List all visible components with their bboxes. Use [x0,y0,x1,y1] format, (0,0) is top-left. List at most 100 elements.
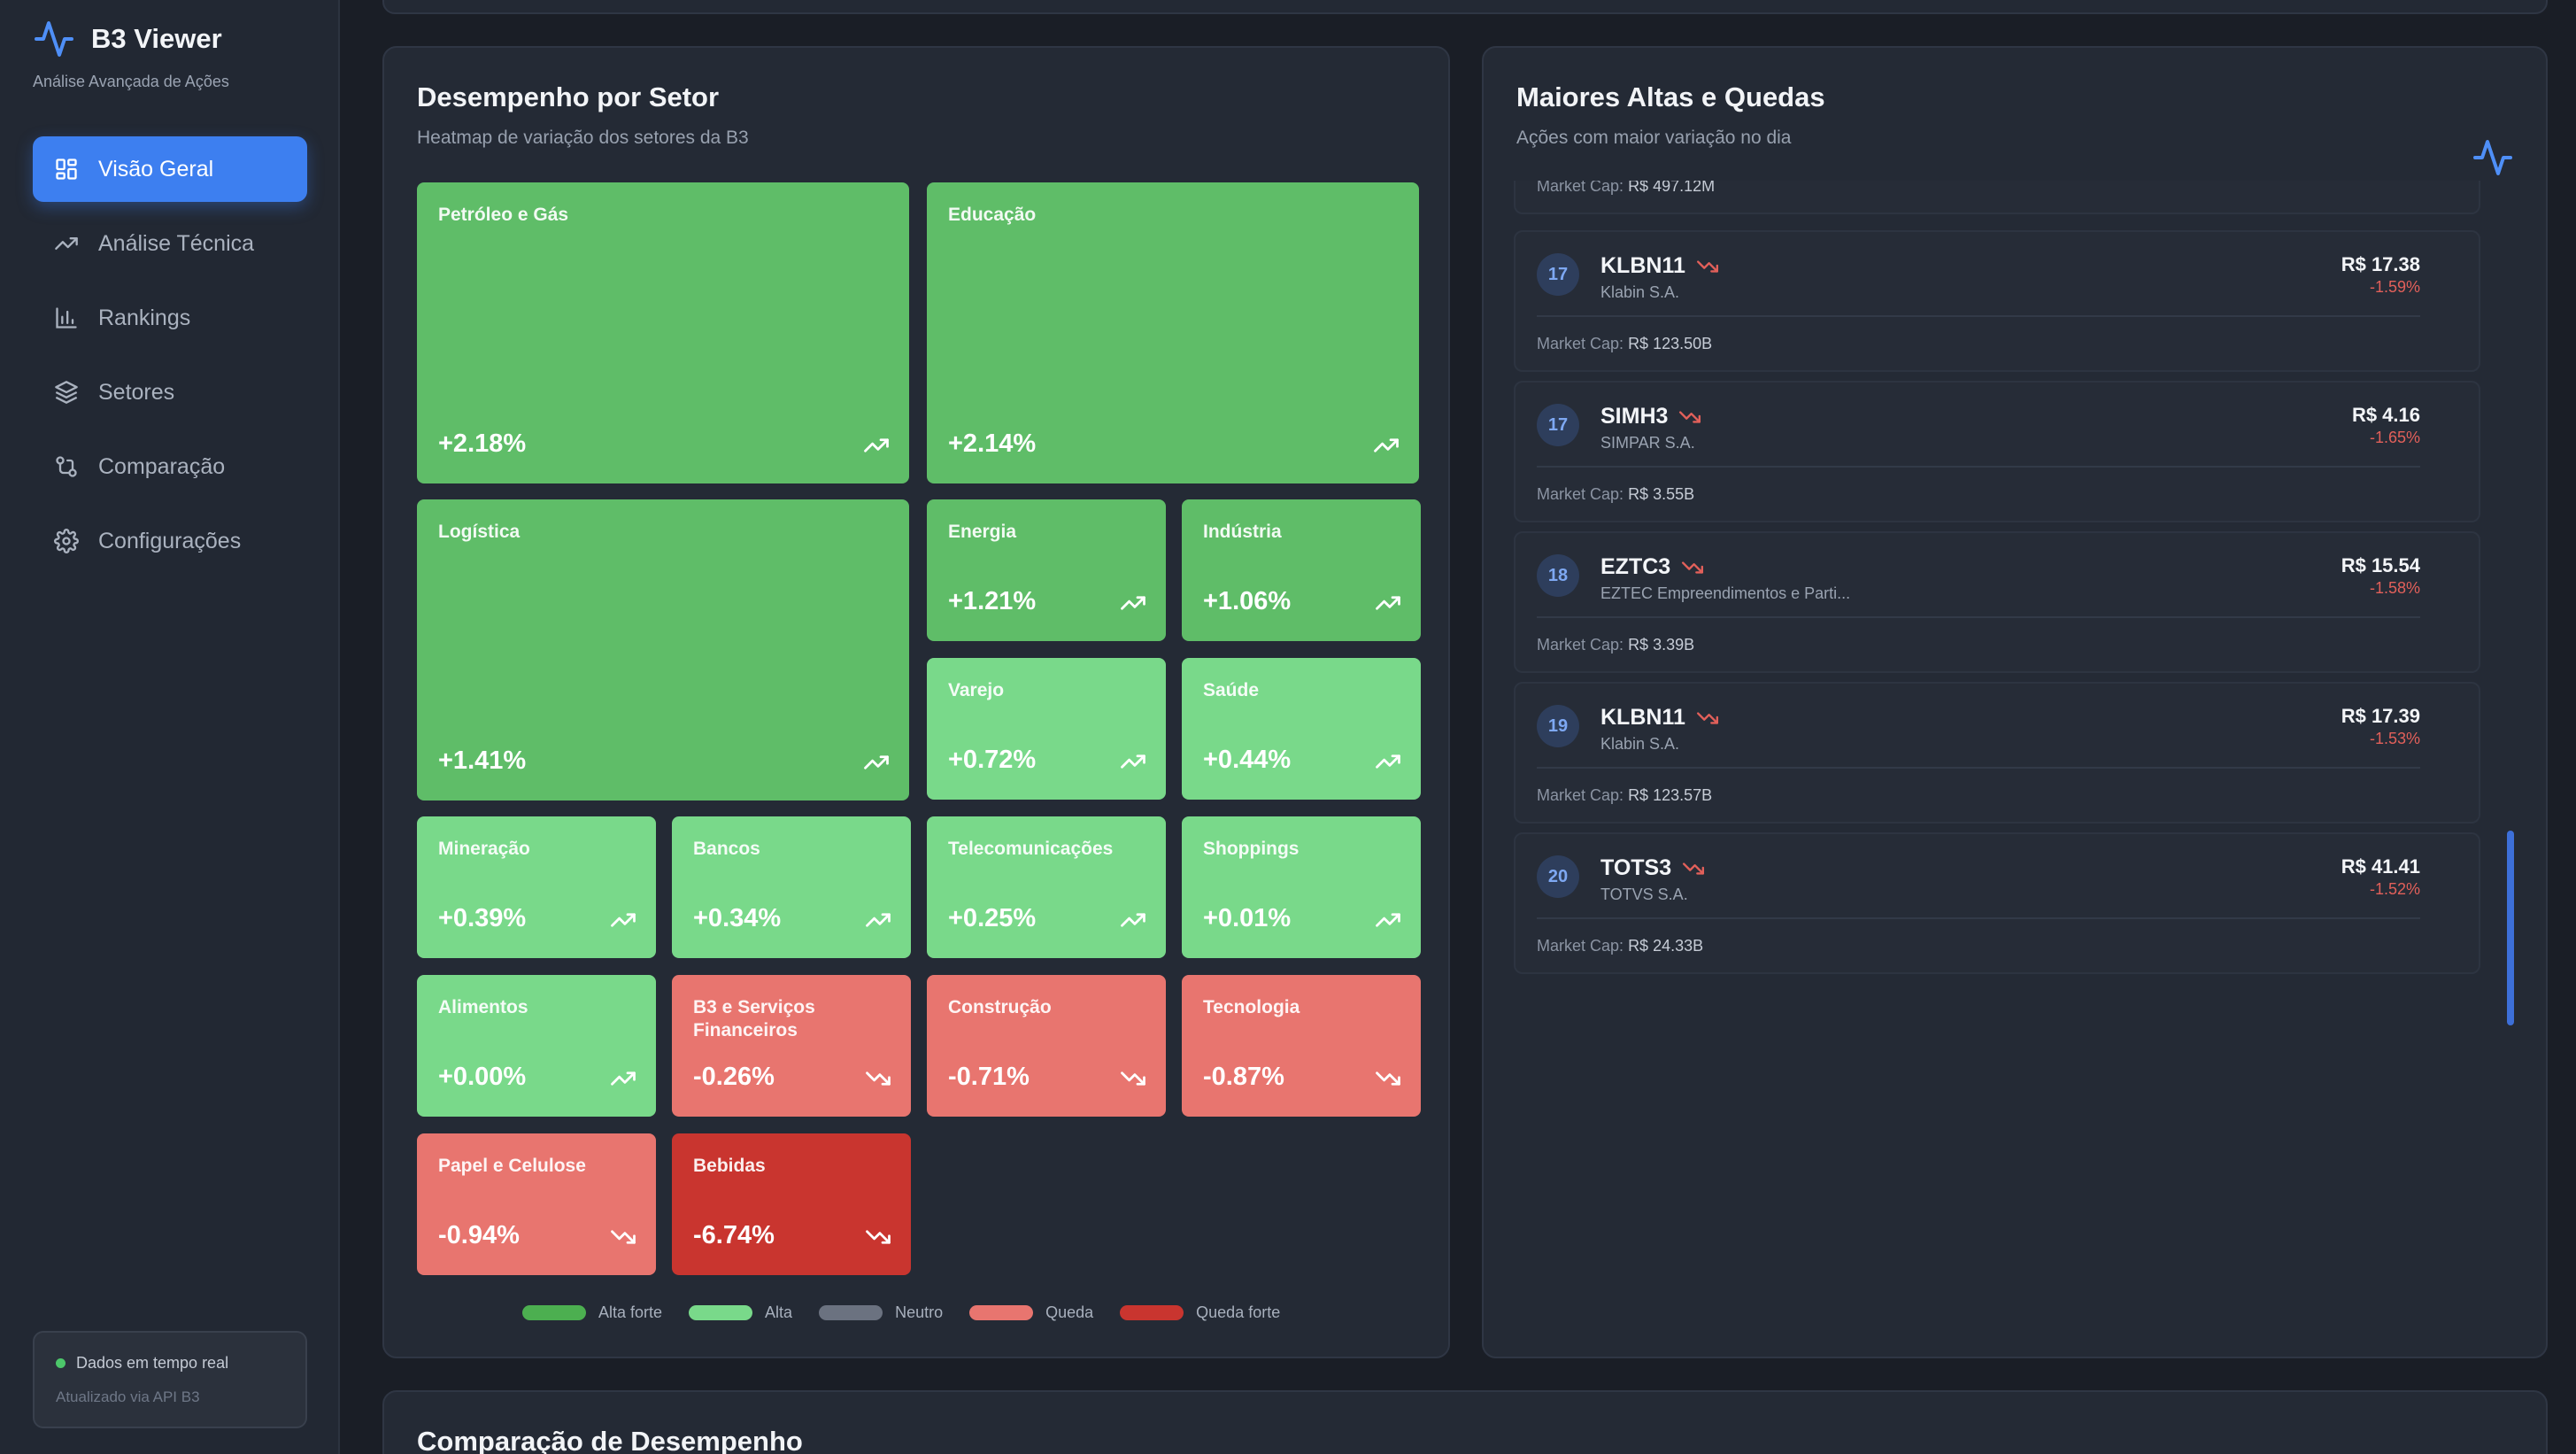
sector-tile[interactable]: Petróleo e Gás +2.18% [417,182,909,483]
nav-label: Visão Geral [98,156,214,182]
trending-down-icon [866,1071,891,1086]
list-item[interactable]: 19 KLBN11 Klabin S.A. R$ 17.39 -1.53% Market … [1514,682,2480,824]
nav-item-comparacao[interactable]: Comparação [33,434,307,499]
sector-tile[interactable]: Saúde +0.44% [1182,658,1421,800]
sector-tile[interactable]: Mineração +0.39% [417,816,656,958]
sector-name: Educação [948,205,1037,225]
sector-change: +2.18% [438,429,527,458]
sector-change: +2.14% [948,429,1037,458]
sector-tile[interactable]: Telecomunicações +0.25% [927,816,1166,958]
sector-tile[interactable]: Alimentos +0.00% [417,975,656,1117]
sector-tile[interactable]: Papel e Celulose -0.94% [417,1133,656,1275]
sector-change: +1.06% [1203,587,1292,615]
trending-down-icon [1696,711,1718,724]
sector-change: -0.26% [693,1063,775,1091]
movers-list[interactable]: Market Cap: R$ 497.12M 17 KLBN11 Klabin S.… [1514,181,2480,978]
status-dot-icon [56,1358,66,1368]
rank-badge: 18 [1537,554,1579,597]
status-title: Dados em tempo real [76,1354,229,1372]
trending-up-icon [866,913,891,927]
price: R$ 17.38 [2341,253,2420,275]
sector-tile[interactable]: Bebidas -6.74% [672,1133,911,1275]
trending-down-icon [611,1230,636,1244]
layers-icon [55,381,78,404]
market-cap: Market Cap: R$ 3.39B [1537,636,1695,654]
nav-label: Setores [98,379,175,405]
brand[interactable]: B3 Viewer [33,18,222,60]
sector-name: Bancos [693,839,760,859]
nav-item-rankings[interactable]: Rankings [33,285,307,351]
sector-tile[interactable]: Logística +1.41% [417,499,909,800]
sector-change: -0.94% [438,1221,520,1249]
legend-label: Alta [765,1303,793,1321]
price: R$ 15.54 [2341,554,2420,576]
nav-item-configuracoes[interactable]: Configurações [33,508,307,574]
sector-tile[interactable]: Educação +2.14% [927,182,1419,483]
comparison-title: Comparação de Desempenho [417,1426,803,1454]
change-percent: -1.52% [2369,880,2420,898]
sector-tile[interactable]: Varejo +0.72% [927,658,1166,800]
divider [1537,917,2420,919]
ticker: TOTS3 [1600,855,1705,881]
list-item[interactable]: 18 EZTC3 EZTEC Empreendimentos e Parti... R… [1514,531,2480,673]
sector-change: -0.71% [948,1063,1030,1091]
list-item[interactable]: 17 SIMH3 SIMPAR S.A. R$ 4.16 -1.65% Market Ca… [1514,381,2480,522]
list-item[interactable]: 20 TOTS3 TOTVS S.A. R$ 41.41 -1.52% Market Ca… [1514,832,2480,974]
trending-up-icon [1374,438,1399,452]
sector-tile[interactable]: Bancos +0.34% [672,816,911,958]
company-name: Klabin S.A. [1600,735,1680,753]
sector-name: Shoppings [1203,839,1300,859]
activity-icon [2473,140,2512,175]
legend-swatch [969,1305,1034,1320]
trending-up-icon [611,1071,636,1086]
sector-tile[interactable]: Energia +1.21% [927,499,1166,641]
change-percent: -1.65% [2369,429,2420,446]
change-percent: -1.58% [2369,579,2420,597]
sector-tile[interactable]: B3 e Serviços Financeiros -0.26% [672,975,911,1117]
nav-item-setores[interactable]: Setores [33,360,307,425]
sector-name: Construção [948,997,1052,1017]
divider [1537,466,2420,468]
trending-up-icon [1121,596,1145,610]
legend-swatch [1120,1305,1184,1320]
heatmap-legend: Alta forte Alta Neutro Queda Queda forte [522,1303,1280,1322]
bar-chart-icon [56,307,77,329]
sector-change: +0.39% [438,904,527,932]
market-cap: Market Cap: R$ 3.55B [1537,485,1695,503]
list-item[interactable]: 17 KLBN11 Klabin S.A. R$ 17.38 -1.59% Market … [1514,230,2480,372]
sector-name: Bebidas [693,1156,766,1176]
divider [1537,767,2420,769]
sector-change: +0.72% [948,746,1037,774]
list-item[interactable]: Market Cap: R$ 497.12M [1514,181,2480,214]
movers-subtitle: Ações com maior variação no dia [1516,128,1792,148]
legend-item: Alta forte [522,1303,662,1322]
sector-tile[interactable]: Shoppings +0.01% [1182,816,1421,958]
price: R$ 41.41 [2341,855,2420,878]
nav-item-analise-tecnica[interactable]: Análise Técnica [33,211,307,276]
trending-up-icon [1121,913,1145,927]
market-cap: Market Cap: R$ 123.57B [1537,786,1713,804]
nav-item-visao-geral[interactable]: Visão Geral [33,136,307,202]
sector-change: +0.34% [693,904,782,932]
trending-up-icon [1376,913,1400,927]
sector-tile[interactable]: Construção -0.71% [927,975,1166,1117]
price: R$ 4.16 [2351,404,2420,426]
heatmap-title: Desempenho por Setor [417,81,720,112]
rank-badge: 17 [1537,404,1579,446]
status-subtitle: Atualizado via API B3 [56,1388,200,1405]
sector-change: +0.01% [1203,904,1292,932]
ticker: KLBN11 [1600,705,1719,731]
sector-tile[interactable]: Indústria +1.06% [1182,499,1421,641]
legend-label: Queda forte [1196,1303,1281,1321]
nav-label: Comparação [98,453,226,479]
list-scrollbar[interactable] [2507,831,2514,1025]
sector-name: Telecomunicações [948,839,1114,859]
realtime-status: Dados em tempo real Atualizado via API B… [33,1331,307,1428]
nav-label: Configurações [98,528,242,553]
legend-swatch [522,1305,586,1320]
rank-badge: 19 [1537,705,1579,747]
brand-title: B3 Viewer [91,23,222,54]
trending-up-icon [1376,754,1400,769]
ticker: KLBN11 [1600,253,1719,279]
sector-tile[interactable]: Tecnologia -0.87% [1182,975,1421,1117]
